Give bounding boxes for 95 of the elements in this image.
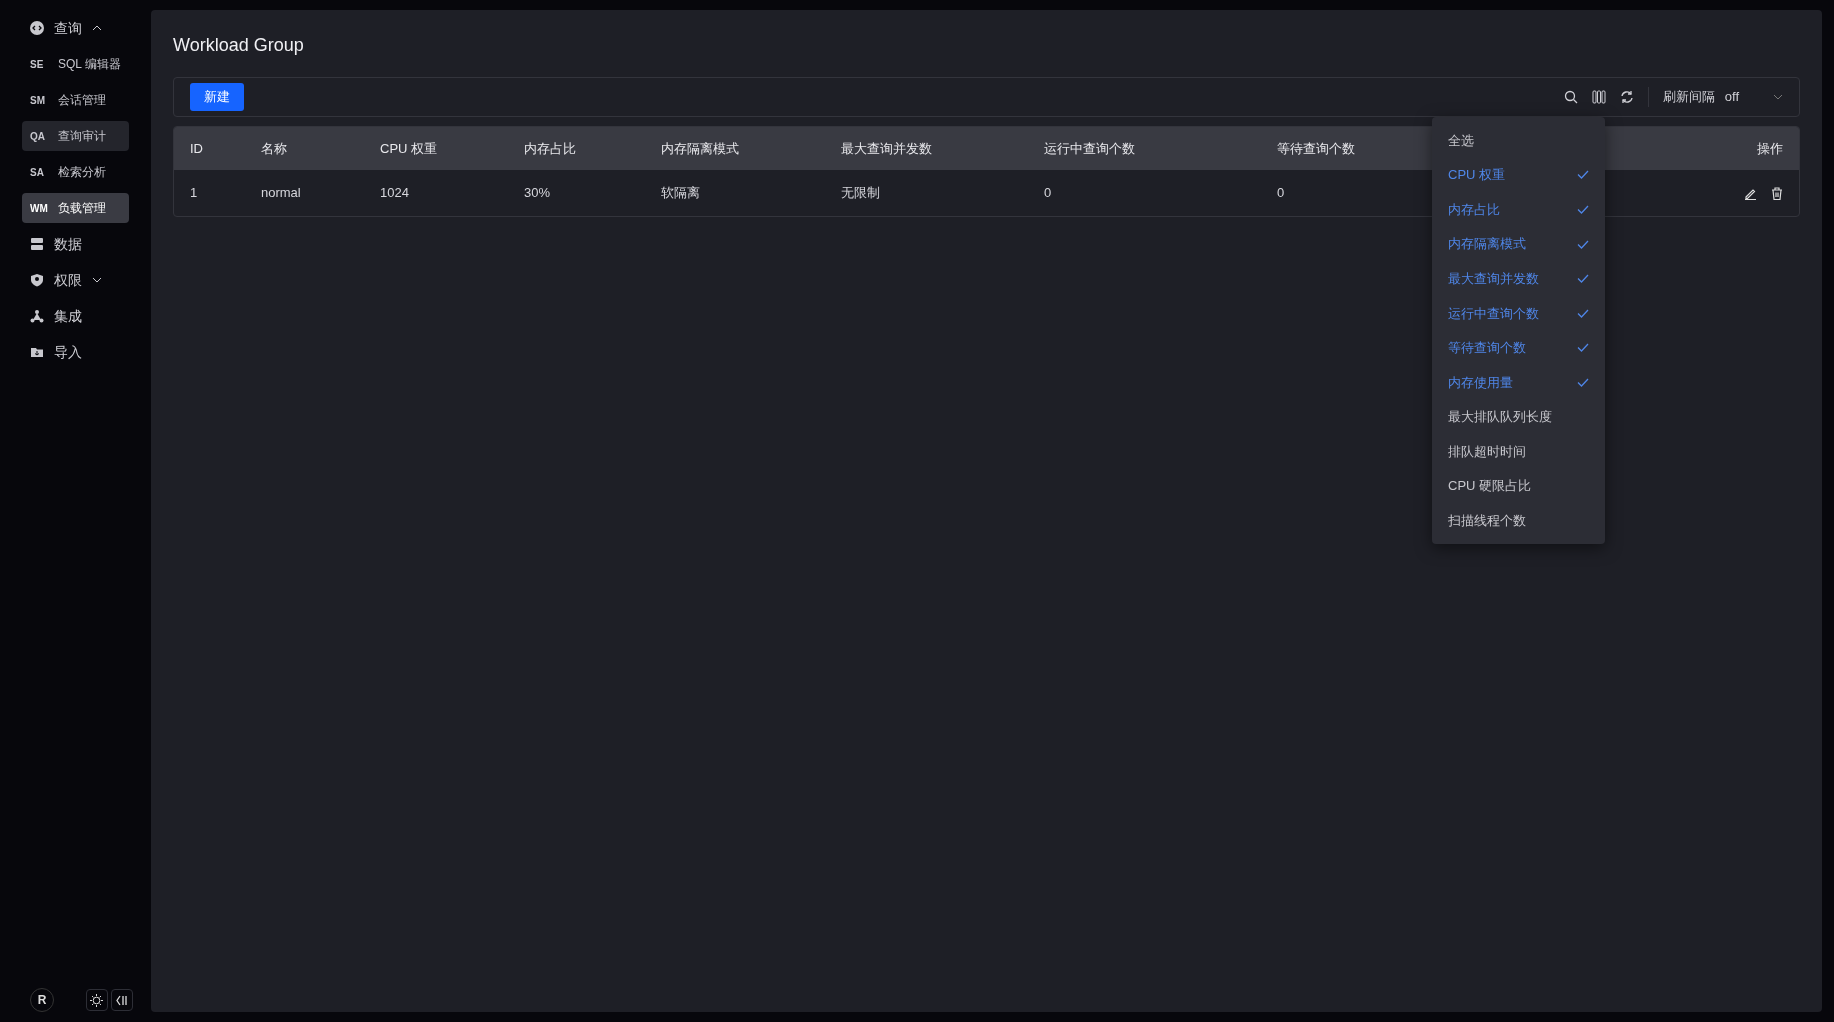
column-option-label: 内存使用量: [1448, 373, 1513, 392]
refresh-interval-value: off: [1724, 88, 1739, 107]
refresh-interval-label: 刷新间隔: [1662, 88, 1715, 107]
column-option-label: 内存隔离模式: [1448, 235, 1526, 254]
nav-item[interactable]: 查询: [22, 10, 130, 46]
nav-label: 会话管理: [58, 92, 106, 109]
nav-item[interactable]: 导入: [22, 334, 130, 370]
refresh-icon: [1619, 90, 1634, 104]
nav-subitem[interactable]: SM 会话管理: [22, 85, 129, 115]
column-option[interactable]: CPU 硬限占比: [1432, 468, 1605, 504]
nav-label: 查询: [54, 18, 82, 38]
nav-abbr: SM: [30, 93, 46, 108]
nav-item[interactable]: 集成: [22, 298, 130, 334]
server-icon: [30, 237, 44, 251]
nav-abbr: SA: [30, 165, 45, 180]
column-option[interactable]: 运行中查询个数: [1432, 295, 1605, 331]
table-cell-text: 无限制: [841, 184, 880, 203]
column-option-label: 等待查询个数: [1448, 339, 1526, 358]
column-option-label: 扫描线程个数: [1448, 512, 1526, 531]
nav-subitem[interactable]: SE SQL 编辑器: [22, 49, 129, 79]
code-icon: [30, 21, 44, 35]
column-header: 运行中查询个数: [1044, 139, 1135, 158]
nav-label: SQL 编辑器: [58, 56, 121, 73]
column-option-label: 最大排队队列长度: [1448, 408, 1552, 427]
column-option-label: 运行中查询个数: [1448, 304, 1539, 323]
collapse-button[interactable]: [111, 989, 133, 1011]
settings-button[interactable]: [85, 989, 108, 1011]
nav-label: 集成: [54, 306, 82, 326]
table-cell-text: normal: [261, 184, 301, 203]
column-option-label: CPU 硬限占比: [1448, 477, 1532, 496]
settings-icon: [90, 993, 103, 1007]
column-header: 等待查询个数: [1277, 139, 1355, 158]
nav-label: 权限: [54, 270, 82, 290]
collapse-icon: [116, 994, 128, 1006]
column-header: CPU 权重: [380, 139, 438, 158]
column-option-label: 排队超时时间: [1448, 442, 1526, 461]
nav-abbr: QA: [30, 129, 46, 144]
column-header: ID: [190, 139, 203, 158]
table-cell-text: 30%: [524, 184, 551, 203]
search-icon: [1563, 90, 1578, 104]
column-option-label: CPU 权重: [1448, 166, 1506, 185]
nav-subitem[interactable]: SA 检索分析: [22, 157, 129, 187]
columns-button[interactable]: [1591, 90, 1606, 104]
check-icon: [1577, 239, 1589, 249]
column-option[interactable]: 扫描线程个数: [1432, 503, 1605, 539]
columns-icon: [1591, 90, 1606, 104]
page-title: Workload Group: [173, 34, 305, 57]
column-option[interactable]: 等待查询个数: [1432, 330, 1605, 366]
trash-icon: [1771, 186, 1783, 200]
nav-label: 导入: [54, 342, 82, 362]
refresh-button[interactable]: [1619, 90, 1634, 104]
new-button[interactable]: 新建: [190, 83, 244, 111]
refresh-interval-select[interactable]: 刷新间隔 off: [1647, 87, 1783, 107]
delete-button[interactable]: [1771, 186, 1783, 200]
table-cell-text: 0: [1044, 184, 1052, 203]
check-icon: [1577, 308, 1589, 318]
column-option-label: 内存占比: [1448, 200, 1500, 219]
table-cell-text: 软隔离: [661, 184, 700, 203]
nav-subitem[interactable]: QA 查询审计: [22, 121, 129, 151]
select-all-option[interactable]: 全选: [1432, 123, 1605, 158]
check-icon: [1577, 170, 1589, 180]
nav-abbr: SE: [30, 57, 45, 72]
search-button[interactable]: [1563, 90, 1578, 104]
table-cell-text: 1024: [380, 184, 409, 203]
nav-label: 查询审计: [58, 128, 106, 145]
column-option[interactable]: 内存使用量: [1432, 365, 1605, 400]
check-icon: [1577, 205, 1589, 214]
column-header: 最大查询并发数: [841, 139, 932, 158]
nav-subitem[interactable]: WM 负载管理: [22, 193, 129, 223]
column-header: 操作: [1757, 139, 1783, 158]
chevron-down-icon: [1773, 94, 1783, 100]
column-header: 名称: [261, 139, 287, 158]
folder-icon: [30, 345, 44, 359]
nav-label: 数据: [54, 234, 82, 254]
check-icon: [1577, 274, 1589, 284]
nav-item[interactable]: 数据: [22, 226, 130, 262]
column-header: 内存隔离模式: [661, 139, 739, 158]
nav-item[interactable]: 权限: [22, 262, 130, 298]
nav-label: 负载管理: [58, 200, 106, 217]
nodes-icon: [30, 309, 44, 323]
table-cell-text: 0: [1277, 184, 1285, 203]
table-cell-text: 1: [190, 184, 198, 203]
shield-icon: [30, 273, 44, 287]
nav-label: 检索分析: [58, 164, 106, 181]
check-icon: [1577, 343, 1589, 353]
column-option[interactable]: 内存占比: [1432, 192, 1605, 227]
check-icon: [1577, 377, 1589, 387]
column-option[interactable]: 排队超时时间: [1432, 434, 1605, 469]
column-header: 内存占比: [524, 139, 576, 158]
column-option[interactable]: 内存隔离模式: [1432, 226, 1605, 262]
column-option[interactable]: 最大排队队列长度: [1432, 399, 1605, 435]
column-option[interactable]: 最大查询并发数: [1432, 261, 1605, 296]
column-option[interactable]: CPU 权重: [1432, 157, 1605, 193]
nav-abbr: WM: [30, 201, 48, 216]
column-option-label: 最大查询并发数: [1448, 269, 1539, 288]
